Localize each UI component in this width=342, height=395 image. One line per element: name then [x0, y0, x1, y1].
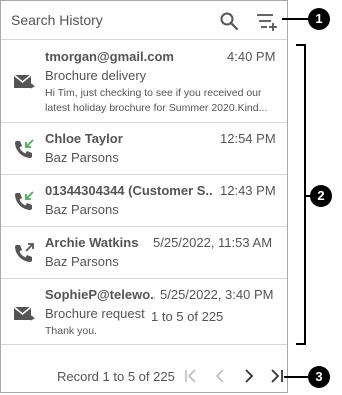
item-name: SophieP@telewo...: [45, 287, 155, 302]
item-name: Archie Watkins: [45, 235, 139, 250]
previous-page-icon[interactable]: [212, 368, 228, 384]
search-input[interactable]: Search History: [11, 12, 103, 28]
item-subject: Baz Parsons: [45, 254, 119, 269]
callout-2: 2: [310, 185, 332, 207]
item-name: tmorgan@gmail.com: [45, 49, 174, 64]
callout-1: 1: [308, 8, 330, 30]
callout-bracket-bottom: [296, 343, 306, 345]
item-subject: Brochure request: [45, 306, 145, 321]
callout-3: 3: [308, 366, 330, 388]
next-page-icon[interactable]: [241, 368, 257, 384]
last-page-icon[interactable]: [269, 368, 285, 384]
item-time: 5/25/2022, 3:40 PM: [160, 287, 274, 302]
first-page-icon[interactable]: [183, 368, 199, 384]
search-bar[interactable]: Search History: [1, 1, 287, 40]
search-icon[interactable]: [219, 11, 239, 31]
item-time: 12:43 PM: [220, 183, 276, 198]
callout-line-1: [282, 18, 308, 20]
item-time: 4:40 PM: [227, 49, 276, 64]
list-item[interactable]: Chloe Taylor 12:54 PM Baz Parsons: [1, 123, 287, 175]
item-name: Chloe Taylor: [45, 131, 123, 146]
item-time: 5/25/2022, 11:53 AM: [153, 235, 273, 250]
item-subject: Baz Parsons: [45, 202, 119, 217]
outgoing-call-icon: [15, 243, 34, 262]
item-subject: Baz Parsons: [45, 150, 119, 165]
item-subject: Brochure delivery: [45, 68, 147, 83]
incoming-call-icon: [15, 191, 34, 210]
list-item[interactable]: tmorgan@gmail.com 4:40 PM Brochure deliv…: [1, 40, 287, 123]
callout-line-3: [284, 376, 308, 378]
email-out-icon: [13, 74, 35, 89]
item-time: 12:54 PM: [220, 131, 276, 146]
incoming-call-icon: [15, 139, 34, 158]
item-preview: Thank you.: [45, 325, 97, 337]
list-item[interactable]: SophieP@telewo... 5/25/2022, 3:40 PM Bro…: [1, 279, 287, 345]
pagination-bar: Record 1 to 5 of 225: [1, 359, 287, 393]
item-name: 01344304344 (Customer S...: [45, 183, 213, 198]
list-item[interactable]: 01344304344 (Customer S... 12:43 PM Baz …: [1, 175, 287, 227]
item-preview: Hi Tim, just checking to see if you rece…: [45, 87, 268, 114]
record-count: Record 1 to 5 of 225: [57, 369, 175, 384]
history-list: tmorgan@gmail.com 4:40 PM Brochure deliv…: [1, 40, 287, 345]
filter-add-icon[interactable]: [256, 12, 278, 32]
history-panel: Search History tmorgan@gmail.com 4:40 PM…: [0, 0, 288, 393]
email-out-icon: [13, 306, 35, 321]
list-item[interactable]: Archie Watkins 5/25/2022, 11:53 AM Baz P…: [1, 227, 287, 279]
overlay-record-count: 1 to 5 of 225: [151, 309, 224, 324]
